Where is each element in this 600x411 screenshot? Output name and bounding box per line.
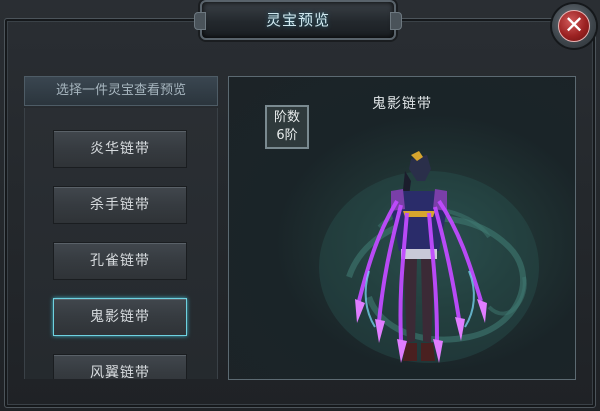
item-list[interactable]: 炎华链带 杀手链带 孔雀链带 鬼影链带 风翼链带 [24,108,218,379]
close-icon[interactable]: ✕ [558,10,590,42]
preview-panel: 鬼影链带 阶数 6阶 [228,76,576,380]
title-plate: 灵宝预览 [194,0,402,40]
list-item-fengyi[interactable]: 风翼链带 [53,354,187,379]
list-item-shashou[interactable]: 杀手链带 [53,186,187,224]
list-item-guiying[interactable]: 鬼影链带 [53,298,187,336]
lingbao-preview-dialog: 灵宝预览 ✕ 选择一件灵宝查看预览 炎华链带 杀手链带 孔雀链带 鬼影链带 风翼… [0,0,600,411]
level-label: 阶数 [273,110,300,125]
dialog-title: 灵宝预览 [265,11,330,29]
list-header: 选择一件灵宝查看预览 [24,76,218,106]
list-item-kongque[interactable]: 孔雀链带 [53,242,187,280]
list-item-yanhua[interactable]: 炎华链带 [53,130,187,168]
level-badge: 阶数 6阶 [265,105,309,149]
close-button[interactable]: ✕ [552,4,596,48]
level-value: 6阶 [276,128,298,143]
character-model [355,151,487,363]
